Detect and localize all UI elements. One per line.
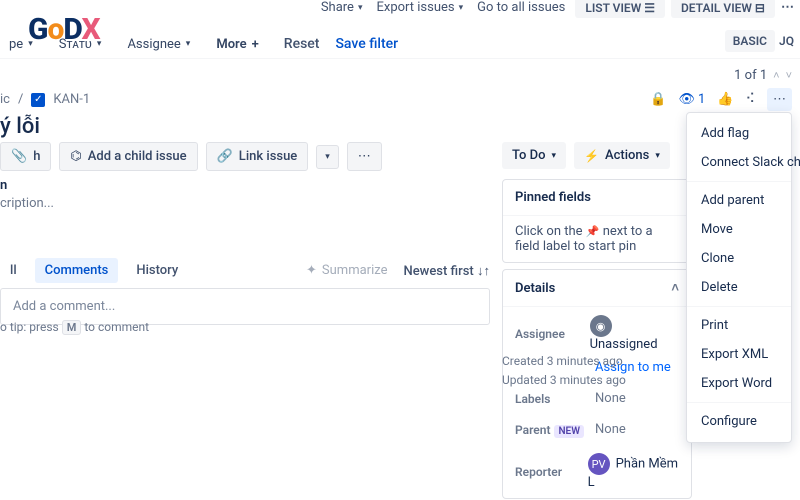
reset-button[interactable]: Reset xyxy=(284,36,320,52)
issue-more-button[interactable]: ⋯ xyxy=(347,142,382,171)
breadcrumb: ic / ✓ KAN-1 xyxy=(0,92,90,107)
menu-clone[interactable]: Clone xyxy=(687,244,791,273)
summarize-button[interactable]: ✦ Summarize xyxy=(306,263,387,278)
logo: GoDX xyxy=(28,12,100,47)
attach-icon: 📎 xyxy=(11,149,27,164)
right-panel: To Do ▾ Actions ▾ Pinned fields Click on… xyxy=(502,142,692,499)
pager-down-icon[interactable]: ˅ xyxy=(786,69,792,82)
status-dropdown[interactable]: To Do ▾ xyxy=(502,142,566,169)
pager-up-icon[interactable]: ˄ xyxy=(773,69,779,82)
menu-add-parent[interactable]: Add parent xyxy=(687,186,791,215)
watch-icon[interactable]: 👁 1 xyxy=(678,92,705,107)
tree-icon: ⌬ xyxy=(70,149,81,164)
top-actions: Share▾ Export issues▾ Go to all issues L… xyxy=(317,0,794,19)
menu-move[interactable]: Move xyxy=(687,215,791,244)
more-icon[interactable]: ⋯ xyxy=(781,0,794,15)
list-view-toggle[interactable]: LIST VIEW ☰ xyxy=(575,0,665,18)
description-placeholder[interactable]: cription... xyxy=(0,196,54,211)
more-actions-menu: Add flag Connect Slack channel Add paren… xyxy=(686,112,792,443)
lock-icon[interactable]: 🔒 xyxy=(650,92,666,107)
description-heading: n xyxy=(0,178,7,193)
basic-mode[interactable]: BASIC xyxy=(725,30,775,52)
menu-export-word[interactable]: Export Word xyxy=(687,369,791,398)
tab-all[interactable]: ll xyxy=(0,258,27,283)
attach-button[interactable]: 📎h xyxy=(0,142,51,171)
pro-tip: o tip: press M to comment xyxy=(0,320,149,334)
export-issues-link[interactable]: Export issues▾ xyxy=(372,0,467,19)
assignee-filter[interactable]: Assignee▾ xyxy=(118,31,199,58)
avatar-icon: ◉ xyxy=(590,315,612,337)
share-icon[interactable]: ⠪ xyxy=(745,92,755,107)
project-crumb[interactable]: ic xyxy=(0,92,10,107)
goto-all-issues-link[interactable]: Go to all issues xyxy=(473,0,569,19)
pinned-fields-card: Pinned fields Click on the 📌 next to a f… xyxy=(502,179,692,263)
reporter-avatar: PV xyxy=(588,453,610,475)
query-mode: BASIC JQ xyxy=(725,30,794,52)
pin-icon: 📌 xyxy=(586,225,600,238)
share-link[interactable]: Share▾ xyxy=(317,0,367,19)
tab-comments[interactable]: Comments xyxy=(35,258,119,283)
chevron-down-icon[interactable]: ˄ xyxy=(671,280,679,296)
divider xyxy=(0,58,800,59)
sort-button[interactable]: Newest first ↓↑ xyxy=(404,263,491,279)
more-filters[interactable]: More + xyxy=(207,31,267,58)
activity-tabs: ll Comments History ✦ Summarize Newest f… xyxy=(0,258,490,283)
menu-connect-slack[interactable]: Connect Slack channel xyxy=(687,148,791,177)
parent-field[interactable]: ParentNEW None xyxy=(503,414,691,445)
issue-iconbar: 🔒 👁 1 👍 ⠪ ⋯ xyxy=(650,88,792,111)
detail-view-toggle[interactable]: DETAIL VIEW ⊟ xyxy=(671,0,775,18)
menu-export-xml[interactable]: Export XML xyxy=(687,340,791,369)
actions-dropdown[interactable]: Actions ▾ xyxy=(574,142,670,169)
issue-actions: 📎h ⌬Add a child issue 🔗Link issue ▾ ⋯ xyxy=(0,142,382,171)
like-icon[interactable]: 👍 xyxy=(717,92,733,107)
menu-add-flag[interactable]: Add flag xyxy=(687,119,791,148)
reporter-field[interactable]: Reporter PVPhần Mềm L xyxy=(503,445,691,498)
pager: 1 of 1 ˄ ˅ xyxy=(734,68,792,83)
save-filter-button[interactable]: Save filter xyxy=(335,36,398,52)
issue-key[interactable]: KAN-1 xyxy=(53,92,90,107)
link-icon: 🔗 xyxy=(217,149,233,164)
tab-history[interactable]: History xyxy=(126,258,188,283)
link-issue-button[interactable]: 🔗Link issue xyxy=(206,142,309,171)
menu-configure[interactable]: Configure xyxy=(687,407,791,436)
menu-delete[interactable]: Delete xyxy=(687,273,791,302)
add-child-button[interactable]: ⌬Add a child issue xyxy=(59,142,197,171)
link-dropdown[interactable]: ▾ xyxy=(316,145,339,169)
more-actions-icon[interactable]: ⋯ xyxy=(767,88,792,111)
issue-title[interactable]: ý lỗi xyxy=(0,114,40,139)
jql-mode[interactable]: JQ xyxy=(779,34,794,48)
timestamps: Created 3 minutes ago Updated 3 minutes … xyxy=(502,352,672,390)
menu-print[interactable]: Print xyxy=(687,311,791,340)
issue-type-icon: ✓ xyxy=(31,93,45,107)
